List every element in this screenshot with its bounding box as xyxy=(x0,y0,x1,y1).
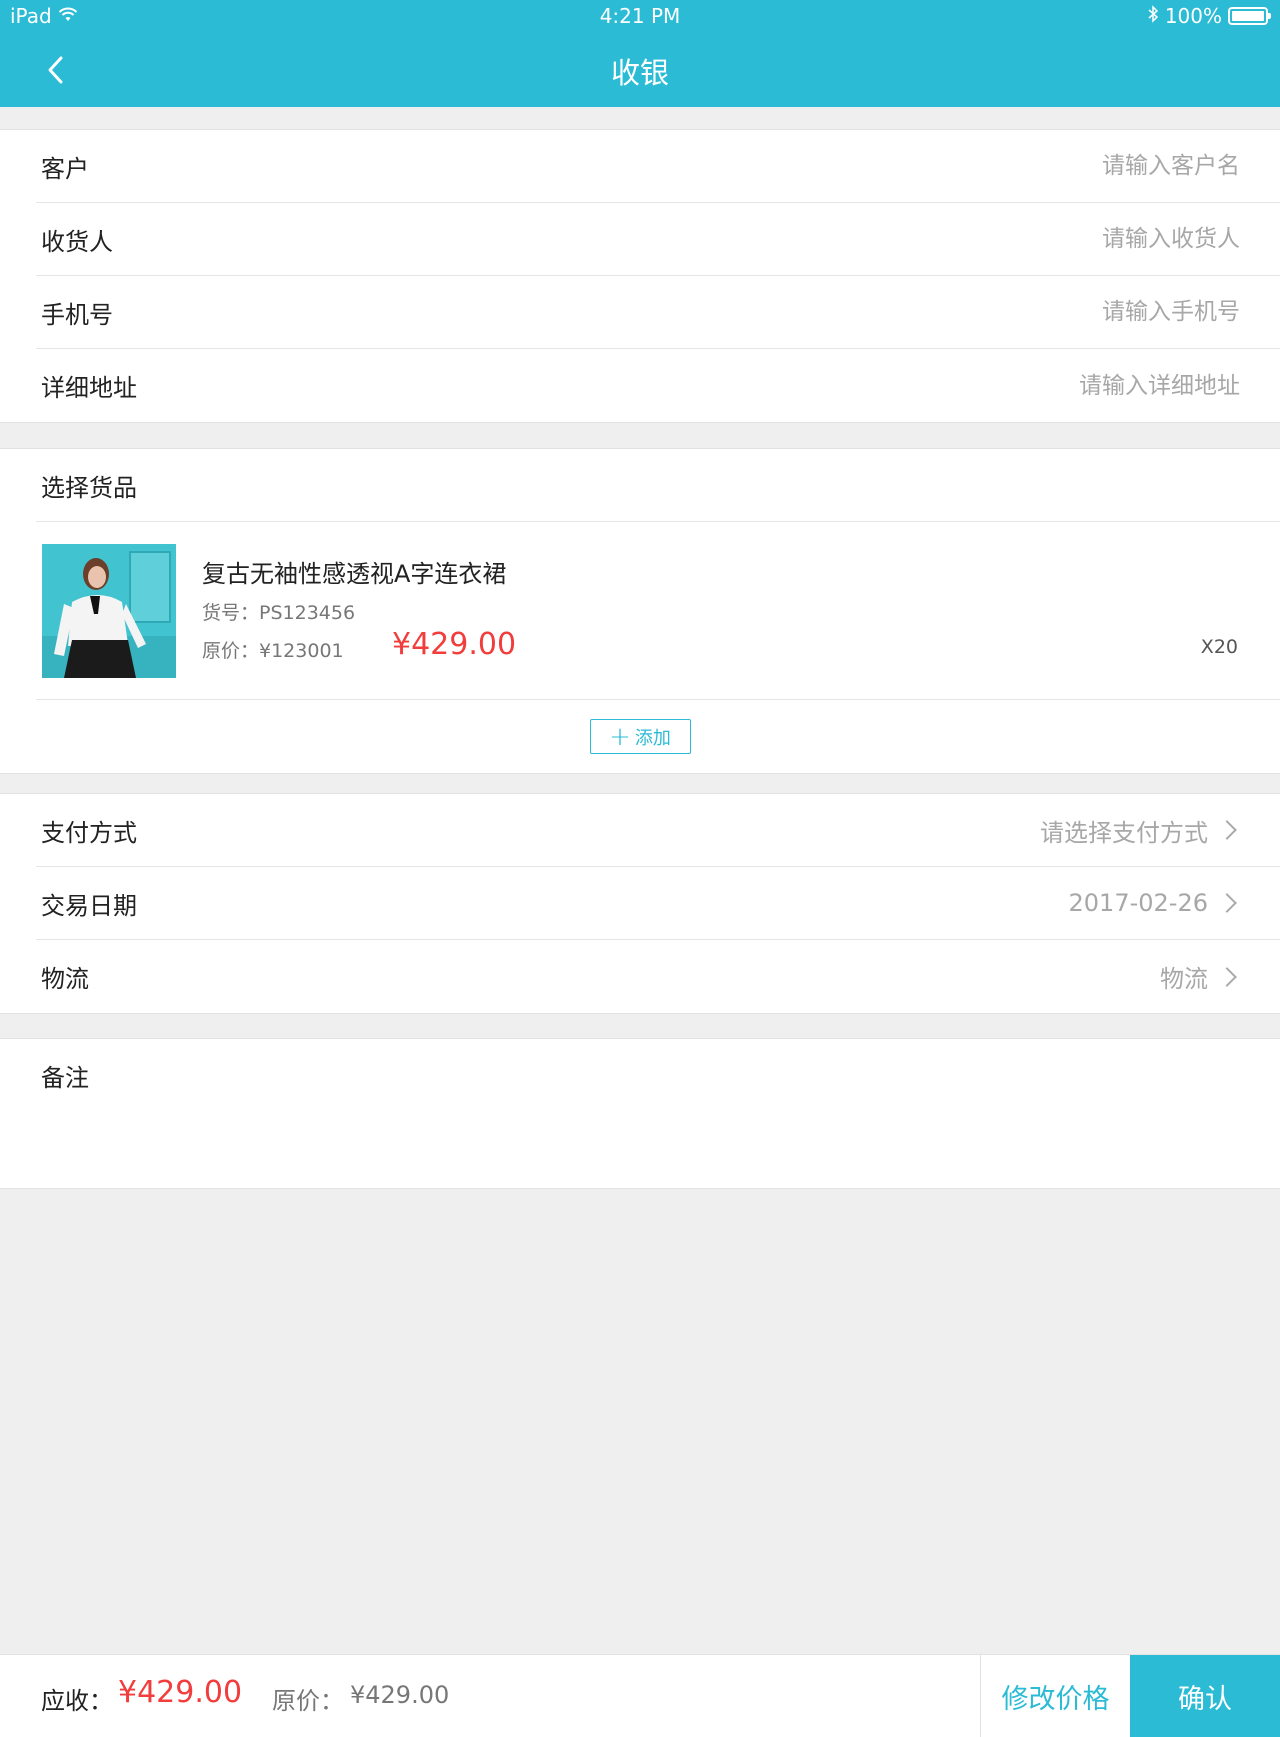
customer-form: 客户 收货人 手机号 详细地址 xyxy=(0,129,1280,423)
battery-percent: 100% xyxy=(1164,4,1222,28)
page-title: 收银 xyxy=(610,56,669,90)
date-row[interactable]: 交易日期 2017-02-26 xyxy=(36,867,1280,940)
add-button-label: 添加 xyxy=(634,727,671,749)
modify-price-button[interactable]: 修改价格 xyxy=(980,1655,1130,1737)
status-time: 4:21 PM xyxy=(599,4,681,28)
chevron-right-icon xyxy=(1217,820,1237,840)
customer-row: 客户 xyxy=(36,130,1280,203)
logistics-label: 物流 xyxy=(41,965,89,993)
consignee-input[interactable] xyxy=(880,226,1240,252)
chevron-right-icon xyxy=(1217,893,1237,913)
product-code: 货号：PS123456 xyxy=(202,602,356,624)
customer-label: 客户 xyxy=(41,154,89,183)
logistics-row[interactable]: 物流 物流 xyxy=(36,940,1280,1013)
plus-icon: + xyxy=(609,721,631,752)
payment-select[interactable]: 请选择支付方式 xyxy=(1040,813,1240,848)
status-right: 100% xyxy=(1147,4,1271,28)
address-input[interactable] xyxy=(880,372,1240,399)
customer-input[interactable] xyxy=(880,153,1240,179)
amount-due-label: 应收： xyxy=(41,1687,113,1715)
logistics-select[interactable]: 物流 xyxy=(1160,959,1240,994)
bluetooth-icon xyxy=(1147,4,1159,28)
consignee-label: 收货人 xyxy=(41,227,113,256)
payment-row[interactable]: 支付方式 请选择支付方式 xyxy=(36,794,1280,867)
date-label: 交易日期 xyxy=(41,891,137,920)
options-panel: 支付方式 请选择支付方式 交易日期 2017-02-26 物流 物流 xyxy=(0,793,1280,1014)
goods-panel: 选择货品 复古无袖性感透视A字连衣裙 货号：PS123456 原价：¥12300… xyxy=(0,448,1280,774)
address-row: 详细地址 xyxy=(36,349,1280,422)
original-total-value: ¥429.00 xyxy=(350,1681,450,1709)
nav-bar: 收银 xyxy=(0,32,1280,107)
notes-panel: 备注 xyxy=(0,1038,1280,1189)
amount-due-value: ¥429.00 xyxy=(118,1675,243,1710)
status-bar: iPad 4:21 PM 100% xyxy=(0,0,1280,32)
product-thumbnail xyxy=(42,544,176,678)
notes-input[interactable] xyxy=(36,1109,1226,1169)
goods-header-row[interactable]: 选择货品 xyxy=(36,449,1280,522)
date-value: 2017-02-26 xyxy=(1068,889,1208,917)
phone-label: 手机号 xyxy=(41,300,113,329)
product-name: 复古无袖性感透视A字连衣裙 xyxy=(202,560,507,588)
add-goods-button[interactable]: + 添加 xyxy=(589,719,691,754)
original-total-label: 原价： xyxy=(272,1687,344,1715)
product-original-price: 原价：¥123001 xyxy=(202,640,344,662)
chevron-right-icon xyxy=(1217,966,1237,987)
add-button-wrap: + 添加 xyxy=(0,700,1280,773)
logistics-value: 物流 xyxy=(1160,965,1208,993)
payment-label: 支付方式 xyxy=(41,818,137,847)
product-quantity: X20 xyxy=(1200,636,1238,658)
address-label: 详细地址 xyxy=(41,374,137,402)
notes-header-row: 备注 xyxy=(36,1039,1280,1112)
date-select[interactable]: 2017-02-26 xyxy=(1069,889,1240,917)
phone-row: 手机号 xyxy=(36,276,1280,349)
consignee-row: 收货人 xyxy=(36,203,1280,276)
confirm-button[interactable]: 确认 xyxy=(1130,1655,1280,1737)
product-price: ¥429.00 xyxy=(392,627,517,662)
phone-input[interactable] xyxy=(880,299,1240,325)
goods-section-label: 选择货品 xyxy=(41,473,137,502)
payment-value: 请选择支付方式 xyxy=(1040,818,1208,847)
battery-icon xyxy=(1228,7,1271,25)
notes-label: 备注 xyxy=(41,1064,89,1092)
bottom-bar: 应收： ¥429.00 原价： ¥429.00 修改价格 确认 xyxy=(0,1654,1280,1737)
product-item[interactable]: 复古无袖性感透视A字连衣裙 货号：PS123456 原价：¥123001 ¥42… xyxy=(36,522,1280,700)
